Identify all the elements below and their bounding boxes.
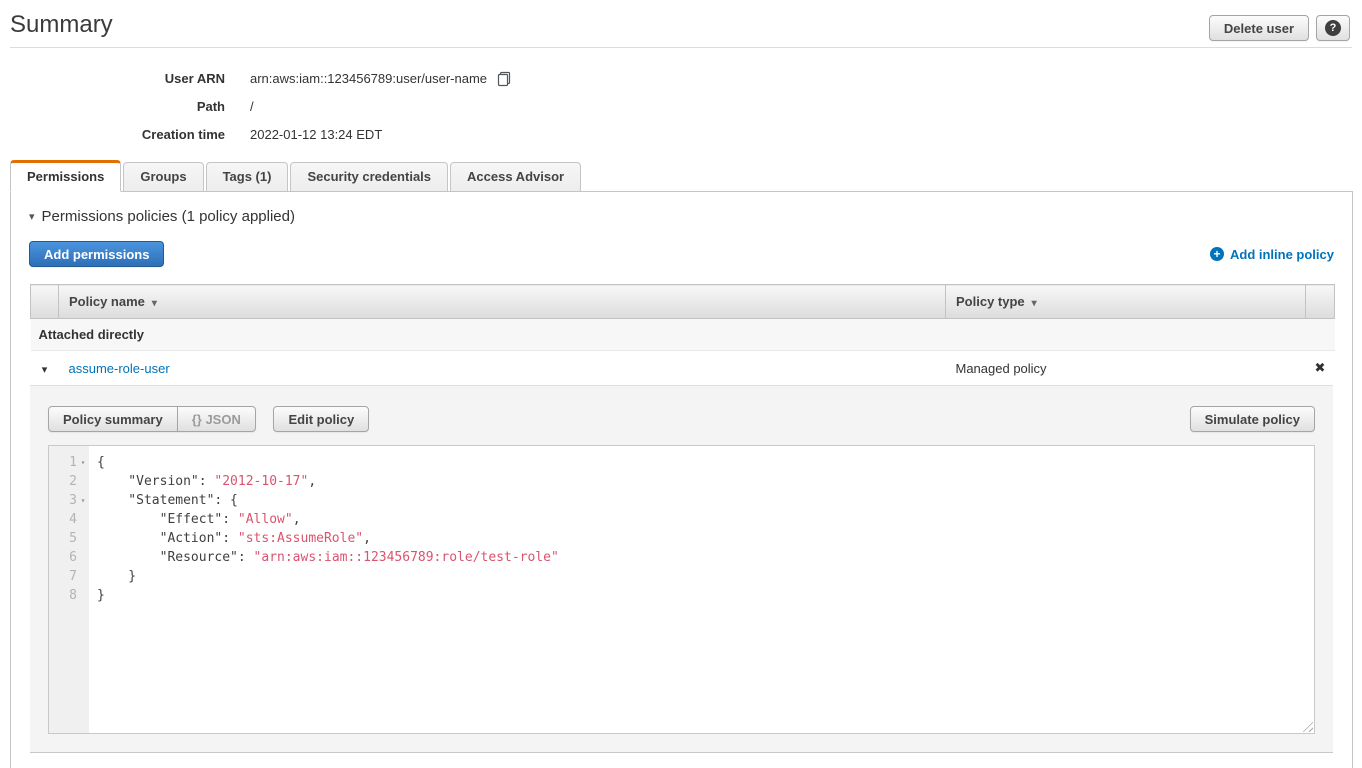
- fold-caret-icon[interactable]: ▾: [77, 453, 89, 472]
- json-view-button[interactable]: {} JSON: [177, 406, 256, 432]
- help-icon: ?: [1325, 20, 1341, 36]
- tab-security-credentials[interactable]: Security credentials: [290, 162, 448, 192]
- creation-time-value: 2022-01-12 13:24 EDT: [250, 127, 382, 142]
- gutter-line-number: 8: [49, 586, 89, 605]
- user-arn-value: arn:aws:iam::123456789:user/user-name: [250, 71, 487, 86]
- editor-code: { "Version": "2012-10-17", "Statement": …: [89, 446, 1314, 733]
- path-row: Path /: [0, 92, 1362, 120]
- collapse-caret-icon[interactable]: ▾: [29, 210, 35, 223]
- code-line: "Statement": {: [97, 491, 1314, 510]
- policy-type-value: Managed policy: [946, 351, 1306, 386]
- tab-bar: Permissions Groups Tags (1) Security cre…: [0, 160, 1362, 192]
- creation-time-row: Creation time 2022-01-12 13:24 EDT: [0, 120, 1362, 148]
- json-policy-editor[interactable]: 1▾23▾45678 { "Version": "2012-10-17", "S…: [48, 445, 1315, 734]
- actions-column-header: [1306, 285, 1335, 319]
- policy-name-link[interactable]: assume-role-user: [69, 361, 170, 376]
- tab-permissions[interactable]: Permissions: [10, 160, 121, 192]
- gutter-line-number: 7: [49, 567, 89, 586]
- code-line: "Effect": "Allow",: [97, 510, 1314, 529]
- copy-icon[interactable]: [496, 71, 512, 87]
- attached-directly-group-row: Attached directly: [31, 319, 1335, 351]
- view-toggle-group: Policy summary {} JSON: [48, 406, 256, 432]
- attached-directly-label: Attached directly: [31, 319, 1335, 351]
- edit-policy-button[interactable]: Edit policy: [273, 406, 369, 432]
- policy-table-header-row: Policy name▾ Policy type▾: [31, 285, 1335, 319]
- sort-caret-icon: ▾: [1032, 298, 1037, 309]
- user-arn-row: User ARN arn:aws:iam::123456789:user/use…: [0, 64, 1362, 92]
- fold-caret-icon[interactable]: ▾: [77, 491, 89, 510]
- detach-policy-x-icon[interactable]: ✖: [1315, 360, 1326, 375]
- tab-groups[interactable]: Groups: [123, 162, 203, 192]
- permissions-policies-title: Permissions policies (1 policy applied): [42, 208, 295, 225]
- policy-detail-panel: Policy summary {} JSON Edit policy Simul…: [30, 385, 1333, 753]
- sort-caret-icon: ▾: [152, 298, 157, 309]
- policy-row: ▾ assume-role-user Managed policy ✖: [31, 351, 1335, 386]
- gutter-line-number: 6: [49, 548, 89, 567]
- add-inline-policy-link[interactable]: + Add inline policy: [1210, 247, 1334, 262]
- tab-access-advisor[interactable]: Access Advisor: [450, 162, 581, 192]
- user-details: User ARN arn:aws:iam::123456789:user/use…: [0, 48, 1362, 160]
- row-expander-caret-icon[interactable]: ▾: [42, 364, 48, 376]
- creation-time-label: Creation time: [0, 127, 250, 142]
- add-permissions-button[interactable]: Add permissions: [29, 241, 164, 267]
- gutter-line-number: 3▾: [49, 491, 89, 510]
- policy-detail-buttons: Policy summary {} JSON Edit policy Simul…: [48, 406, 1315, 432]
- page-header: Summary Delete user ?: [0, 0, 1362, 47]
- user-arn-label: User ARN: [0, 71, 250, 86]
- gutter-line-number: 5: [49, 529, 89, 548]
- policy-table-wrap: Policy name▾ Policy type▾ Attached direc…: [30, 284, 1333, 753]
- expander-column-header: [31, 285, 59, 319]
- gutter-line-number: 4: [49, 510, 89, 529]
- page-title: Summary: [10, 11, 113, 39]
- code-line: "Version": "2012-10-17",: [97, 472, 1314, 491]
- policy-actions-row: Add permissions + Add inline policy: [11, 241, 1352, 267]
- policy-name-column-header[interactable]: Policy name▾: [59, 285, 946, 319]
- path-value: /: [250, 99, 254, 114]
- editor-gutter: 1▾23▾45678: [49, 446, 89, 733]
- plus-icon: +: [1210, 247, 1224, 261]
- help-button[interactable]: ?: [1316, 15, 1350, 41]
- policy-table: Policy name▾ Policy type▾ Attached direc…: [30, 284, 1335, 385]
- add-inline-policy-label: Add inline policy: [1230, 247, 1334, 262]
- delete-user-button[interactable]: Delete user: [1209, 15, 1309, 41]
- code-line: {: [97, 453, 1314, 472]
- simulate-policy-button[interactable]: Simulate policy: [1190, 406, 1315, 432]
- permissions-tab-panel: ▾ Permissions policies (1 policy applied…: [10, 191, 1353, 768]
- code-line: "Resource": "arn:aws:iam::123456789:role…: [97, 548, 1314, 567]
- tab-tags[interactable]: Tags (1): [206, 162, 289, 192]
- gutter-line-number: 1▾: [49, 453, 89, 472]
- policy-summary-button[interactable]: Policy summary: [48, 406, 178, 432]
- gutter-line-number: 2: [49, 472, 89, 491]
- code-line: }: [97, 586, 1314, 605]
- code-line: }: [97, 567, 1314, 586]
- header-actions: Delete user ?: [1209, 15, 1350, 41]
- code-line: "Action": "sts:AssumeRole",: [97, 529, 1314, 548]
- policy-type-column-header[interactable]: Policy type▾: [946, 285, 1306, 319]
- permissions-policies-section-header: ▾ Permissions policies (1 policy applied…: [11, 192, 1352, 225]
- path-label: Path: [0, 99, 250, 114]
